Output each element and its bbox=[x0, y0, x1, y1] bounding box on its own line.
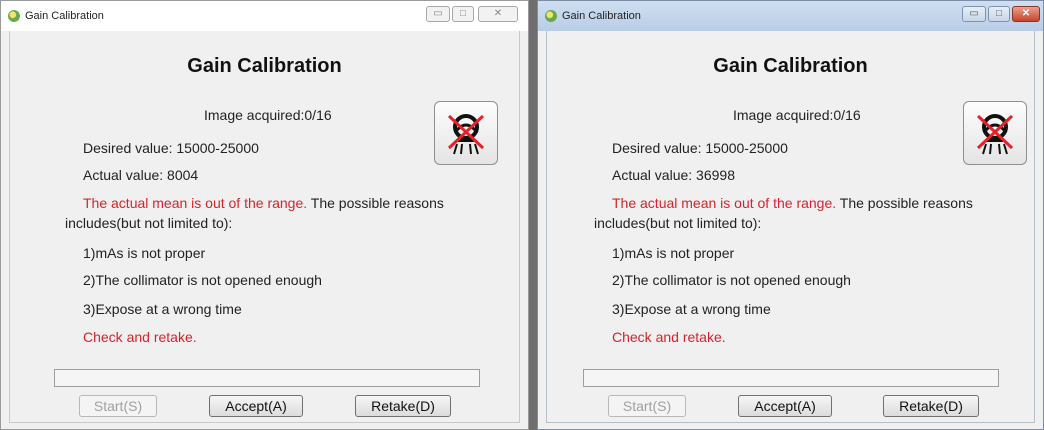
gain-calibration-window-left: Gain Calibration ▭ □ ✕ Gain Calibration … bbox=[0, 0, 529, 430]
window-title: Gain Calibration bbox=[25, 10, 104, 22]
error-message-rest: The possible reasons bbox=[307, 195, 444, 211]
progress-bar bbox=[54, 369, 480, 387]
error-message: The actual mean is out of the range. The… bbox=[83, 195, 444, 211]
xray-tube-button[interactable] bbox=[963, 101, 1027, 165]
progress-bar bbox=[583, 369, 999, 387]
start-button[interactable]: Start(S) bbox=[608, 395, 686, 417]
xray-tube-button[interactable] bbox=[434, 101, 498, 165]
image-acquired-text: Image acquired:0/16 bbox=[204, 107, 332, 123]
close-button[interactable]: ✕ bbox=[478, 6, 518, 22]
title-bar[interactable]: Gain Calibration ▭ □ ✕ bbox=[1, 1, 528, 31]
title-bar[interactable]: Gain Calibration ▭ □ ✕ bbox=[538, 1, 1043, 31]
error-message-red: The actual mean is out of the range. bbox=[612, 195, 837, 211]
includes-text: includes(but not limited to): bbox=[594, 215, 762, 231]
close-button[interactable]: ✕ bbox=[1012, 6, 1040, 22]
error-message: The actual mean is out of the range. The… bbox=[612, 195, 973, 211]
dialog-body: Gain Calibration Image acquired:0/16 Des… bbox=[546, 31, 1035, 423]
maximize-button[interactable]: □ bbox=[988, 6, 1010, 22]
gain-calibration-window-right: Gain Calibration ▭ □ ✕ Gain Calibration … bbox=[537, 0, 1044, 430]
app-icon bbox=[8, 10, 20, 22]
reason-2: 2)The collimator is not opened enough bbox=[612, 272, 851, 288]
accept-button[interactable]: Accept(A) bbox=[738, 395, 832, 417]
reason-3: 3)Expose at a wrong time bbox=[612, 301, 771, 317]
dialog-heading: Gain Calibration bbox=[187, 55, 342, 77]
minimize-button[interactable]: ▭ bbox=[426, 6, 450, 22]
error-message-rest: The possible reasons bbox=[836, 195, 973, 211]
dialog-body: Gain Calibration Image acquired:0/16 Des… bbox=[9, 31, 520, 423]
error-message-red: The actual mean is out of the range. bbox=[83, 195, 308, 211]
xray-tube-disabled-icon bbox=[447, 114, 485, 155]
check-retake-text: Check and retake. bbox=[612, 329, 726, 345]
xray-tube-disabled-icon bbox=[976, 114, 1014, 155]
reason-1: 1)mAs is not proper bbox=[612, 245, 735, 261]
accept-button[interactable]: Accept(A) bbox=[209, 395, 303, 417]
image-acquired-text: Image acquired:0/16 bbox=[733, 107, 861, 123]
retake-button[interactable]: Retake(D) bbox=[883, 395, 979, 417]
includes-text: includes(but not limited to): bbox=[65, 215, 233, 231]
reason-1: 1)mAs is not proper bbox=[83, 245, 206, 261]
desired-value-text: Desired value: 15000-25000 bbox=[612, 140, 788, 156]
actual-value-text: Actual value: 8004 bbox=[83, 167, 199, 183]
dialog-heading: Gain Calibration bbox=[713, 55, 868, 77]
check-retake-text: Check and retake. bbox=[83, 329, 197, 345]
retake-button[interactable]: Retake(D) bbox=[355, 395, 451, 417]
maximize-button[interactable]: □ bbox=[452, 6, 474, 22]
desired-value-text: Desired value: 15000-25000 bbox=[83, 140, 259, 156]
reason-2: 2)The collimator is not opened enough bbox=[83, 272, 322, 288]
minimize-button[interactable]: ▭ bbox=[962, 6, 986, 22]
start-button[interactable]: Start(S) bbox=[79, 395, 157, 417]
window-title: Gain Calibration bbox=[562, 10, 641, 22]
app-icon bbox=[545, 10, 557, 22]
reason-3: 3)Expose at a wrong time bbox=[83, 301, 242, 317]
actual-value-text: Actual value: 36998 bbox=[612, 167, 735, 183]
